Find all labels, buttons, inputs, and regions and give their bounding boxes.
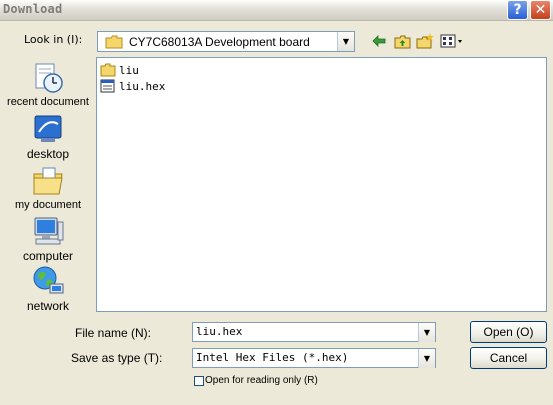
place-label: network	[26, 299, 70, 313]
title-bar: Download ? ✕	[0, 0, 553, 21]
file-name: liu	[119, 63, 139, 77]
place-my-documents[interactable]: my document	[5, 164, 91, 211]
places-bar: recent document desktop my document comp…	[5, 56, 91, 320]
place-desktop[interactable]: desktop	[5, 112, 91, 161]
cancel-button[interactable]: Cancel	[470, 347, 547, 369]
computer-icon	[34, 217, 64, 245]
folder-icon	[105, 35, 123, 49]
network-icon	[33, 266, 64, 294]
close-icon: ✕	[534, 2, 547, 18]
chevron-down-icon[interactable]: ▼	[418, 349, 435, 368]
place-label: desktop	[26, 147, 70, 161]
look-in-dropdown[interactable]: CY7C68013A Development board ▼	[97, 31, 355, 52]
back-arrow-icon[interactable]	[371, 32, 387, 50]
new-folder-icon[interactable]	[416, 32, 434, 50]
chevron-down-icon[interactable]: ▼	[418, 323, 435, 342]
place-computer[interactable]: computer	[5, 214, 91, 263]
read-only-label[interactable]: Open for reading only (R)	[205, 375, 318, 386]
file-list[interactable]: liu liu.hex	[96, 57, 547, 312]
file-name-value: liu.hex	[196, 325, 243, 338]
list-item[interactable]: liu	[100, 62, 139, 78]
open-button[interactable]: Open (O)	[470, 321, 547, 343]
help-button[interactable]: ?	[507, 0, 528, 20]
place-label: computer	[22, 249, 74, 263]
list-item[interactable]: liu.hex	[100, 78, 165, 94]
look-in-value: CY7C68013A Development board	[129, 35, 310, 49]
file-type-dropdown[interactable]: Intel Hex Files (*.hex) ▼	[192, 348, 436, 368]
recent-documents-icon	[35, 63, 63, 93]
file-name-label: File name (N):	[75, 326, 152, 340]
look-in-label: Look in (I):	[24, 33, 83, 46]
file-name-field[interactable]: liu.hex ▼	[192, 322, 436, 342]
up-folder-icon[interactable]	[393, 32, 411, 50]
read-only-checkbox[interactable]	[194, 376, 204, 386]
open-button-label: Open (O)	[483, 325, 534, 339]
desktop-icon	[34, 115, 62, 142]
folder-icon	[100, 63, 116, 77]
place-label: my document	[14, 199, 82, 211]
file-name: liu.hex	[119, 79, 166, 93]
view-menu-icon[interactable]	[440, 32, 464, 50]
my-documents-icon	[33, 167, 63, 195]
file-type-value: Intel Hex Files (*.hex)	[196, 351, 349, 364]
place-recent-documents[interactable]: recent document	[5, 61, 91, 108]
hex-file-icon	[100, 79, 115, 93]
window-title: Download	[3, 2, 63, 16]
place-label: recent document	[7, 96, 89, 108]
cancel-button-label: Cancel	[489, 351, 528, 365]
file-type-label: Save as type (T):	[71, 351, 163, 365]
close-button[interactable]: ✕	[530, 0, 551, 20]
chevron-down-icon[interactable]: ▼	[337, 32, 354, 51]
place-network[interactable]: network	[5, 264, 91, 313]
help-icon: ?	[513, 2, 522, 18]
